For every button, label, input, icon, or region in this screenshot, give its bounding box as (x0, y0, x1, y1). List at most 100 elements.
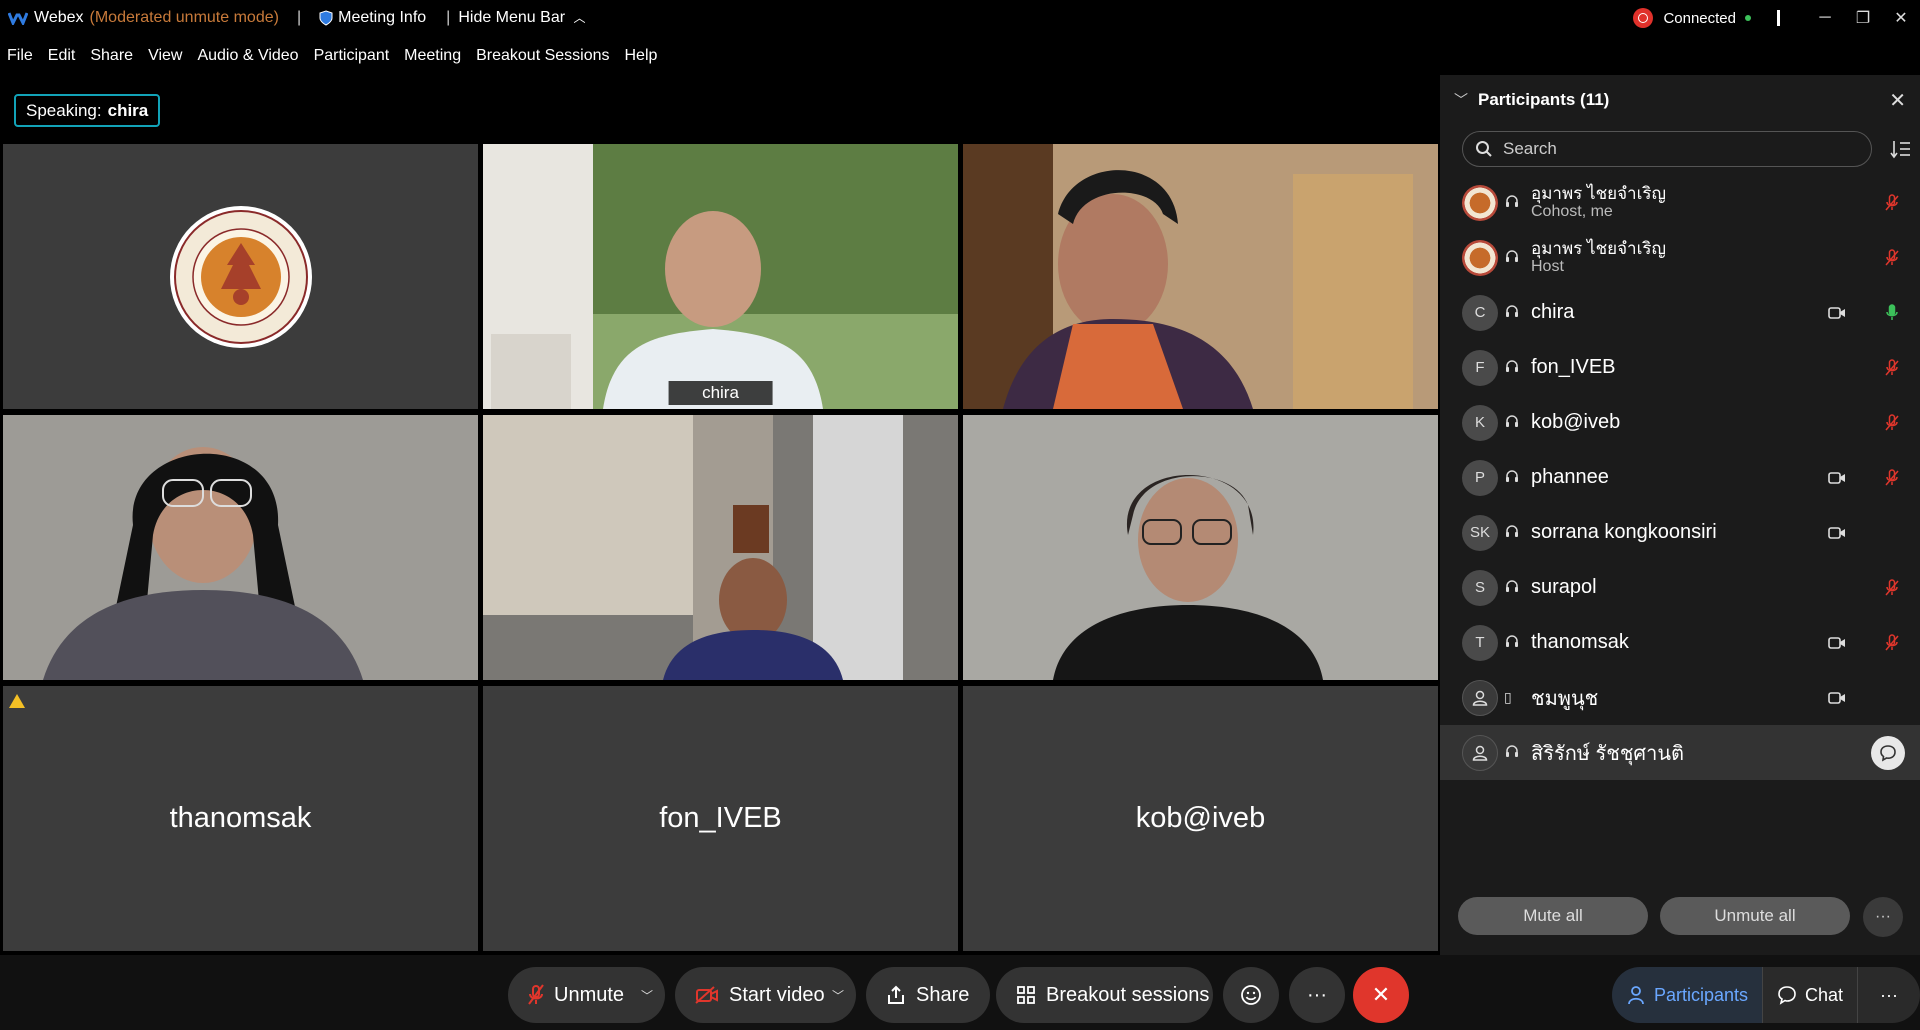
participant-row[interactable]: Pphannee (1440, 450, 1920, 505)
chevron-down-icon[interactable]: ﹀ (1454, 90, 1468, 110)
headset-icon (1504, 194, 1522, 212)
tile-name-fon-iveb: fon_IVEB (659, 802, 782, 834)
share-button[interactable]: Share (866, 967, 990, 1023)
connection-status: Connected (1663, 9, 1736, 27)
speaking-name: chira (107, 100, 149, 120)
headset-icon (1504, 634, 1522, 652)
menu-share[interactable]: Share (90, 47, 133, 65)
video-off-icon (695, 986, 719, 1004)
muted-mic-icon[interactable] (1885, 193, 1899, 212)
chevron-down-icon[interactable]: ﹀ (641, 987, 653, 1004)
video-tile-fon-iveb[interactable]: fon_IVEB (483, 686, 958, 951)
video-tile-participant-4[interactable] (3, 415, 478, 680)
participant-row[interactable]: อุมาพร ไชยจำเริญ Host (1440, 230, 1920, 285)
more-panels-button[interactable]: ··· (1858, 967, 1920, 1023)
participants-toggle-button[interactable]: Participants (1611, 967, 1763, 1023)
chat-toggle-button[interactable]: Chat (1762, 967, 1859, 1023)
participant-name: fon_IVEB (1531, 356, 1616, 378)
chevron-down-icon[interactable]: ﹀ (832, 987, 844, 1004)
leave-meeting-button[interactable]: ✕ (1353, 967, 1409, 1023)
search-icon (1476, 141, 1492, 157)
participant-row[interactable]: Ssurapol (1440, 560, 1920, 615)
share-label: Share (916, 983, 970, 1006)
tile-name-thanomsak: thanomsak (169, 802, 312, 834)
muted-mic-icon[interactable] (1885, 578, 1899, 597)
participants-toggle-label: Participants (1653, 984, 1748, 1005)
muted-mic-icon[interactable] (1885, 248, 1899, 267)
shield-icon (319, 10, 333, 26)
video-camera-icon (1828, 526, 1846, 540)
video-tile-participant-3[interactable] (963, 144, 1438, 409)
headset-icon (1504, 414, 1522, 432)
speaking-label: Speaking: (26, 100, 102, 120)
participant-name: kob@iveb (1531, 411, 1621, 433)
headset-icon (1504, 359, 1522, 377)
avatar: C (1462, 294, 1498, 331)
hide-menu-bar-button[interactable]: Hide Menu Bar ︿ (458, 9, 585, 27)
meeting-info-button[interactable]: Meeting Info (319, 9, 426, 27)
close-window-icon[interactable]: ✕ (1882, 0, 1920, 36)
more-options-button[interactable]: ··· (1289, 967, 1345, 1023)
unmute-all-button[interactable]: Unmute all (1660, 897, 1850, 935)
menu-audio-video[interactable]: Audio & Video (197, 47, 298, 65)
menu-participant[interactable]: Participant (314, 47, 390, 65)
video-tile-chira[interactable]: chira (483, 144, 958, 409)
participant-row[interactable]: SK sorrana kongkoonsiri (1440, 505, 1920, 560)
participant-list: อุมาพร ไชยจำเริญ Cohost, me อุมาพร ไชยจำเร… (1440, 175, 1920, 780)
headset-icon (1504, 744, 1522, 762)
video-tile-kob-iveb[interactable]: kob@iveb (963, 686, 1438, 951)
more-options-icon[interactable]: ··· (1863, 897, 1903, 937)
participant-search-input[interactable]: Search (1462, 131, 1872, 167)
participant-row[interactable]: Cchira (1440, 285, 1920, 340)
menu-breakout-sessions[interactable]: Breakout Sessions (476, 47, 609, 65)
webex-logo-icon (8, 12, 28, 25)
unmute-button[interactable]: Unmute ﹀ (508, 967, 665, 1023)
menu-help[interactable]: Help (625, 47, 658, 65)
video-tile-participant-5[interactable] (483, 415, 958, 680)
participant-name: สิริรักษ์ รัชชุศานติ (1531, 742, 1685, 765)
participant-row[interactable]: อุมาพร ไชยจำเริญ Cohost, me (1440, 175, 1920, 230)
mute-all-button[interactable]: Mute all (1458, 897, 1648, 935)
headset-icon (1504, 469, 1522, 487)
start-video-button[interactable]: Start video ﹀ (675, 967, 856, 1023)
recording-icon[interactable] (1633, 8, 1654, 28)
chat-icon[interactable] (1871, 735, 1905, 770)
person-avatar-icon (1462, 679, 1498, 716)
muted-mic-icon[interactable] (1885, 633, 1899, 652)
menu-file[interactable]: File (7, 47, 33, 65)
muted-mic-icon[interactable] (1885, 358, 1899, 377)
reactions-button[interactable] (1223, 967, 1279, 1023)
participant-row[interactable]: Kkob@iveb (1440, 395, 1920, 450)
video-tile-thanomsak[interactable]: thanomsak (3, 686, 478, 951)
participant-row[interactable]: Tthanomsak (1440, 615, 1920, 670)
participants-title: Participants (11) (1478, 90, 1610, 109)
muted-mic-icon[interactable] (1885, 468, 1899, 487)
sort-list-icon[interactable] (1890, 138, 1912, 160)
share-icon (886, 985, 906, 1005)
video-tile-participant-6[interactable] (963, 415, 1438, 680)
person-avatar-icon (1462, 734, 1498, 771)
meeting-controls: Unmute ﹀ Start video ﹀ Share Breakout se… (0, 955, 1920, 1030)
title-bar: Webex (Moderated unmute mode) | Meeting … (0, 0, 1920, 36)
close-panel-icon[interactable]: ✕ (1889, 88, 1906, 113)
participant-name: phannee (1531, 466, 1609, 488)
restore-icon[interactable]: ❐ (1844, 0, 1882, 36)
breakout-sessions-button[interactable]: Breakout sessions (996, 967, 1213, 1023)
participant-row[interactable]: Ffon_IVEB (1440, 340, 1920, 395)
menu-meeting[interactable]: Meeting (404, 47, 461, 65)
muted-mic-icon (528, 984, 544, 1006)
chat-icon (1778, 986, 1796, 1005)
avatar: S (1462, 569, 1498, 606)
more-dots-icon: ··· (1307, 983, 1327, 1006)
muted-mic-icon[interactable] (1885, 413, 1899, 432)
participant-row[interactable]: สิริรักษ์ รัชชุศานติ (1440, 725, 1920, 780)
mic-icon[interactable] (1885, 303, 1899, 322)
minimize-icon[interactable]: ─ (1806, 0, 1844, 36)
participants-panel: ﹀ Participants (11) ✕ Search อุมาพร ไชยจ… (1440, 75, 1920, 955)
menu-view[interactable]: View (148, 47, 182, 65)
hide-menu-bar-label: Hide Menu Bar (458, 9, 566, 26)
video-tile-host[interactable] (3, 144, 478, 409)
participant-row[interactable]: ▯ ชมพูนุช (1440, 670, 1920, 725)
breakout-sessions-label: Breakout sessions (1046, 983, 1210, 1006)
menu-edit[interactable]: Edit (48, 47, 76, 65)
